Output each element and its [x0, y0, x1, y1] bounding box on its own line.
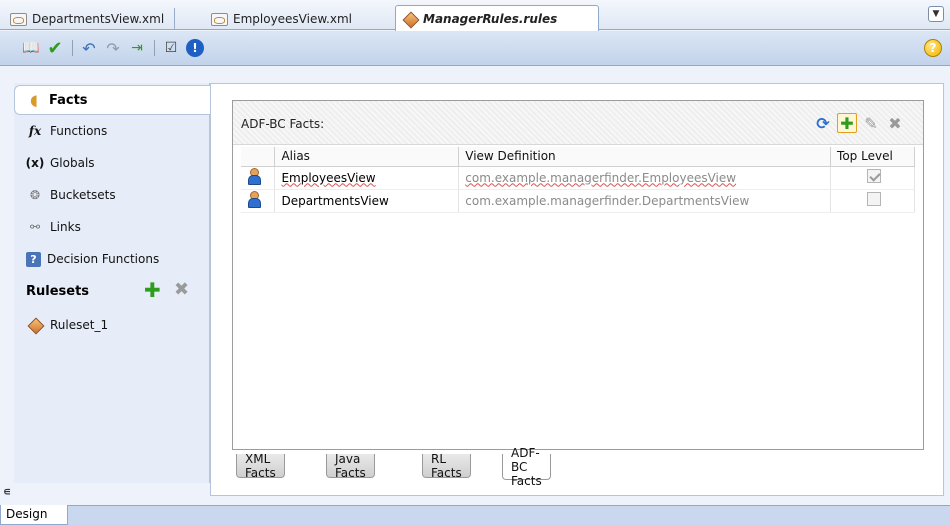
tab-java-facts[interactable]: Java Facts	[326, 452, 375, 480]
alias-text: EmployeesView	[281, 170, 376, 185]
editor-bottom-bar	[0, 505, 950, 525]
fact-icon-cell	[241, 166, 276, 190]
ruleset-icon	[26, 317, 44, 333]
help-icon[interactable]: ?	[924, 39, 942, 57]
facts-title: ADF-BC Facts:	[241, 117, 325, 131]
tab-label: DepartmentsView.xml	[32, 12, 165, 26]
top-level-cell	[830, 189, 915, 213]
add-fact-icon[interactable]: ✚	[837, 113, 857, 133]
undo-icon[interactable]: ↶	[80, 39, 98, 58]
nav-item-functions[interactable]: fx Functions	[26, 121, 107, 141]
tab-xml-facts[interactable]: XML Facts	[236, 452, 285, 480]
top-level-cell	[830, 166, 915, 190]
table-row[interactable]: DepartmentsView com.example.managerfinde…	[241, 189, 915, 213]
edit-fact-icon[interactable]: ✎	[861, 113, 881, 133]
tab-departmentsview-xml[interactable]: DepartmentsView.xml	[6, 8, 176, 30]
dictionary-icon[interactable]: 📖	[22, 39, 40, 57]
view-definition-text: com.example.managerfinder.DepartmentsVie…	[465, 193, 750, 208]
tab-managerrules-rules[interactable]: ManagerRules.rules	[395, 5, 599, 31]
rules-navigator: ◖ Facts fx Functions (x) Globals ❂ Bucke…	[14, 83, 210, 483]
rules-file-icon	[402, 11, 418, 27]
tab-rl-facts[interactable]: RL Facts	[422, 452, 471, 480]
toolbar-separator	[154, 40, 155, 56]
tab-label: ManagerRules.rules	[423, 11, 558, 26]
nav-item-label: Globals	[50, 156, 95, 170]
nav-item-label: Links	[50, 220, 81, 234]
view-definition-cell[interactable]: com.example.managerfinder.EmployeesView	[458, 166, 832, 190]
view-object-icon	[247, 191, 261, 208]
toolbar-separator	[72, 40, 73, 56]
ruleset-label: Ruleset_1	[50, 318, 109, 332]
rules-toolbar: 📖 ✔ ↶ ↷ ⇥ ☑ ! ?	[0, 31, 950, 66]
nav-item-globals[interactable]: (x) Globals	[26, 153, 95, 173]
tab-list-dropdown-icon[interactable]: ▼	[928, 6, 944, 22]
function-icon: fx	[28, 124, 42, 138]
import-icon[interactable]: ⇥	[128, 39, 146, 57]
tab-adf-bc-facts[interactable]: ADF-BC Facts	[502, 446, 551, 488]
alias-cell[interactable]: EmployeesView	[274, 166, 460, 190]
nav-item-facts[interactable]: ◖ Facts	[14, 85, 210, 115]
info-icon[interactable]: !	[186, 39, 204, 57]
alias-text: DepartmentsView	[281, 193, 389, 208]
table-row[interactable]: EmployeesView com.example.managerfinder.…	[241, 166, 915, 190]
tab-design[interactable]: Design	[0, 505, 68, 525]
nav-item-label: Functions	[50, 124, 108, 138]
column-header-top-level[interactable]: Top Level	[830, 147, 915, 167]
column-header-view-definition[interactable]: View Definition	[458, 147, 832, 167]
view-object-icon	[247, 168, 261, 185]
alias-cell[interactable]: DepartmentsView	[274, 189, 460, 213]
ruleset-item[interactable]: Ruleset_1	[26, 315, 108, 335]
bucketset-icon: ❂	[29, 188, 41, 202]
validate-check-icon[interactable]: ✔	[46, 38, 64, 59]
nav-item-links[interactable]: ⚯ Links	[26, 217, 81, 237]
decision-function-icon: ?	[26, 251, 41, 267]
nav-item-label: Decision Functions	[47, 252, 160, 266]
table-header-row: Alias View Definition Top Level	[241, 147, 915, 167]
facts-table: Alias View Definition Top Level Employee…	[241, 147, 915, 213]
redo-icon[interactable]: ↷	[104, 39, 122, 58]
top-level-checkbox[interactable]	[867, 169, 882, 183]
facts-header: ADF-BC Facts: ⟳ ✚ ✎ ✖	[233, 101, 923, 145]
delete-ruleset-icon[interactable]: ✖	[174, 281, 189, 299]
column-header-alias[interactable]: Alias	[274, 147, 460, 167]
test-icon[interactable]: ☑	[162, 39, 180, 57]
delete-fact-icon[interactable]: ✖	[885, 113, 905, 133]
nav-item-label: Facts	[49, 92, 88, 108]
editor-tab-bar: DepartmentsView.xml EmployeesView.xml Ma…	[0, 0, 950, 31]
top-level-checkbox[interactable]	[867, 192, 882, 206]
facts-icon: ◖	[30, 91, 38, 109]
tab-label: EmployeesView.xml	[233, 12, 352, 26]
nav-item-bucketsets[interactable]: ❂ Bucketsets	[26, 185, 116, 205]
view-definition-cell[interactable]: com.example.managerfinder.DepartmentsVie…	[458, 189, 832, 213]
nav-item-label: Bucketsets	[50, 188, 116, 202]
tab-employeesview-xml[interactable]: EmployeesView.xml	[207, 8, 362, 30]
xml-file-icon	[10, 12, 27, 26]
add-ruleset-icon[interactable]: ✚	[144, 280, 161, 300]
fact-icon-cell	[241, 189, 276, 213]
nav-item-decision-functions[interactable]: ? Decision Functions	[26, 249, 159, 269]
collapse-panel-icon[interactable]: ∊	[3, 485, 11, 498]
view-definition-text: com.example.managerfinder.EmployeesView	[465, 170, 737, 185]
globals-icon: (x)	[25, 156, 45, 170]
refresh-icon[interactable]: ⟳	[813, 113, 833, 133]
xml-file-icon	[211, 12, 228, 26]
link-icon: ⚯	[29, 220, 41, 234]
column-header-icon	[241, 147, 276, 167]
adf-bc-facts-box: ADF-BC Facts: ⟳ ✚ ✎ ✖ Alias View Definit…	[232, 100, 924, 450]
